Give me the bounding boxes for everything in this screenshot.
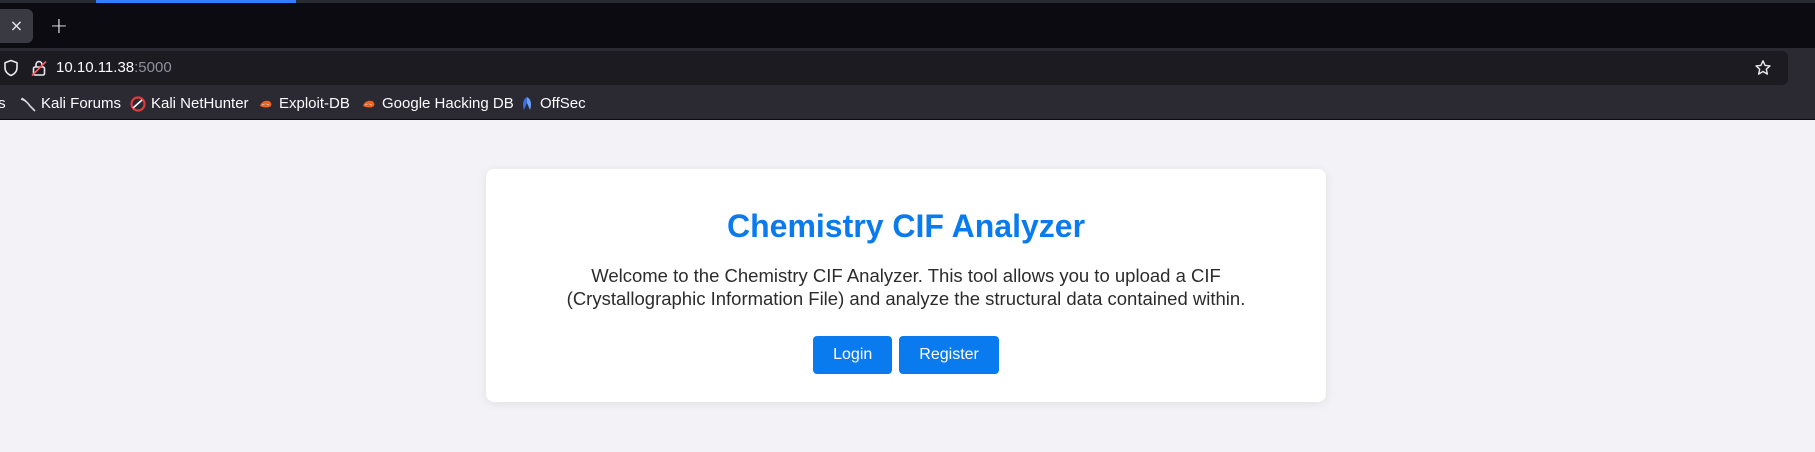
page-viewport: Chemistry CIF Analyzer Welcome to the Ch… (0, 121, 1815, 452)
bookmark-partial[interactable]: ts (0, 95, 6, 112)
bookmark-star-icon[interactable] (1754, 59, 1772, 77)
url-port: :5000 (134, 59, 172, 76)
close-icon[interactable]: × (10, 18, 23, 34)
register-button[interactable]: Register (899, 336, 999, 375)
bookmark-exploit-db[interactable]: Exploit-DB (258, 95, 350, 112)
bookmark-offsec[interactable]: OffSec (519, 95, 586, 112)
bookmark-google-hacking-db[interactable]: Google Hacking DB (361, 95, 514, 112)
page-title: Chemistry CIF Analyzer (726, 208, 1086, 244)
bookmark-label: Google Hacking DB (382, 95, 514, 112)
bookmark-label: OffSec (540, 95, 586, 112)
url-host: 10.10.11.38 (56, 59, 135, 76)
bookmark-label: Kali Forums (41, 95, 122, 112)
auth-button-group: Login Register (486, 336, 1326, 375)
welcome-card: Chemistry CIF Analyzer Welcome to the Ch… (486, 169, 1326, 402)
bookmark-kali-nethunter[interactable]: Kali NetHunter (130, 95, 249, 112)
insecure-lock-icon[interactable] (30, 59, 48, 77)
url-text[interactable]: 10.10.11.38:5000 (56, 59, 172, 76)
url-bar[interactable]: 10.10.11.38:5000 (0, 51, 1788, 85)
bookmarks-bar: ts Kali Forums Kali NetHunter Exploit-DB… (0, 88, 1815, 120)
offsec-icon (523, 96, 531, 110)
active-tab-indicator (96, 0, 296, 3)
exploit-db-icon (363, 100, 375, 107)
exploit-db-icon (260, 100, 272, 107)
tab-strip: × + (0, 0, 1815, 48)
new-tab-button[interactable]: + (44, 11, 74, 41)
navigation-bar: 10.10.11.38:5000 (0, 48, 1815, 88)
login-button[interactable]: Login (813, 336, 893, 375)
bookmark-kali-forums[interactable]: Kali Forums (20, 95, 121, 112)
nethunter-icon (130, 95, 146, 112)
shield-icon[interactable] (2, 59, 20, 77)
plus-icon: + (49, 13, 69, 39)
browser-tab[interactable]: × (0, 9, 33, 43)
bookmark-label: Kali NetHunter (151, 95, 249, 112)
page-description: Welcome to the Chemistry CIF Analyzer. T… (566, 265, 1246, 310)
kali-dragon-icon (20, 97, 36, 112)
bookmark-label: Exploit-DB (279, 95, 350, 112)
